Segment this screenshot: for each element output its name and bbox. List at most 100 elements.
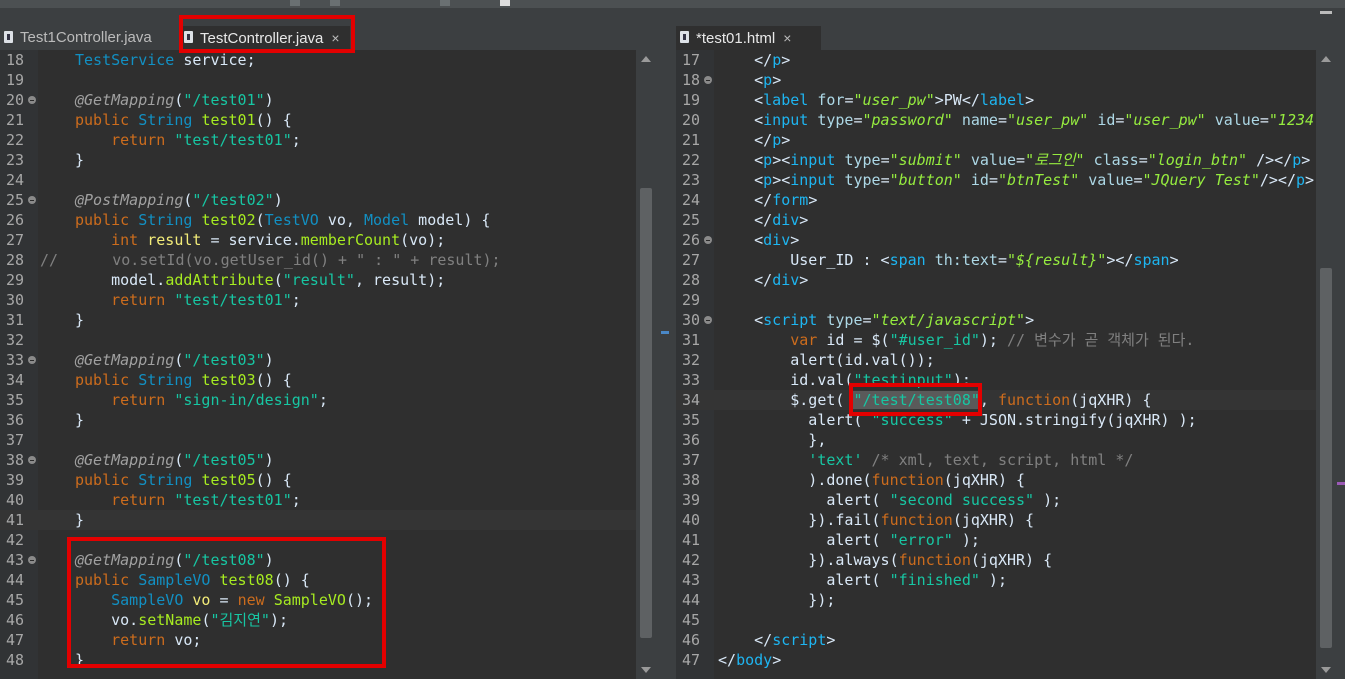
code-line[interactable]: 19: [0, 70, 656, 90]
editor-splitter[interactable]: [656, 8, 676, 679]
code-line[interactable]: 41 alert( "error" );: [676, 530, 1336, 550]
code-line[interactable]: 22 return "test/test01";: [0, 130, 656, 150]
code-line[interactable]: 28 </div>: [676, 270, 1336, 290]
code-line[interactable]: 25 @PostMapping("/test02"): [0, 190, 656, 210]
code-line[interactable]: 23}: [0, 150, 656, 170]
code-line[interactable]: 40 return "test/test01";: [0, 490, 656, 510]
code-line[interactable]: 39 alert( "second success" );: [676, 490, 1336, 510]
scrollbar-thumb[interactable]: [640, 188, 652, 638]
scroll-down-arrow-icon[interactable]: [641, 667, 651, 673]
code-token: ): [273, 191, 283, 209]
code-line[interactable]: 30 return "test/test01";: [0, 290, 656, 310]
code-line[interactable]: 18 TestService service;: [0, 50, 656, 70]
code-token: );: [979, 571, 1007, 589]
code-token: ): [264, 451, 274, 469]
code-token: >: [772, 71, 782, 89]
code-line[interactable]: 45: [676, 610, 1336, 630]
scroll-up-arrow-icon[interactable]: [1321, 56, 1331, 62]
code-token: return: [111, 391, 166, 409]
tab-test01-html[interactable]: *test01.html ×: [676, 26, 821, 50]
code-text: alert( "finished" );: [718, 570, 1007, 590]
code-line[interactable]: 43 alert( "finished" );: [676, 570, 1336, 590]
tab-test1controller[interactable]: Test1Controller.java: [0, 26, 180, 50]
code-line[interactable]: 46 </script>: [676, 630, 1336, 650]
code-line[interactable]: 26 <div>: [676, 230, 1336, 250]
code-text: </p>: [718, 50, 790, 70]
code-line[interactable]: 26 public String test02(TestVO vo, Model …: [0, 210, 656, 230]
code-token: p: [763, 171, 773, 189]
code-line[interactable]: 39 public String test05() {: [0, 470, 656, 490]
code-line[interactable]: 21 </p>: [676, 130, 1336, 150]
scrollbar-thumb[interactable]: [1320, 268, 1332, 648]
fold-toggle-icon[interactable]: [28, 96, 36, 104]
code-token: },: [718, 431, 827, 449]
code-text: }: [75, 410, 84, 430]
line-number: 45: [682, 611, 701, 629]
vertical-scrollbar[interactable]: [1316, 50, 1336, 679]
toolbar-icon[interactable]: [330, 0, 340, 6]
code-line[interactable]: 20 <input type="password" name="user_pw"…: [676, 110, 1336, 130]
code-line[interactable]: 33 @GetMapping("/test03"): [0, 350, 656, 370]
code-text: @PostMapping("/test02"): [75, 190, 283, 210]
fold-toggle-icon[interactable]: [28, 196, 36, 204]
close-tab-icon[interactable]: ×: [783, 26, 791, 50]
code-line[interactable]: 29: [676, 290, 1336, 310]
code-line[interactable]: 44 });: [676, 590, 1336, 610]
code-line[interactable]: 37: [0, 430, 656, 450]
fold-toggle-icon[interactable]: [28, 556, 36, 564]
code-line[interactable]: 22 <p><input type="submit" value="로그인" c…: [676, 150, 1336, 170]
code-token: =: [880, 151, 890, 169]
code-line[interactable]: 23 <p><input type="button" id="btnTest" …: [676, 170, 1336, 190]
code-line[interactable]: 18 <p>: [676, 70, 1336, 90]
code-line[interactable]: 20 @GetMapping("/test01"): [0, 90, 656, 110]
code-line[interactable]: 35 return "sign-in/design";: [0, 390, 656, 410]
code-line[interactable]: 25 </div>: [676, 210, 1336, 230]
fold-toggle-icon[interactable]: [28, 456, 36, 464]
toolbar-icon[interactable]: [440, 0, 450, 6]
code-line[interactable]: 40 }).fail(function(jqXHR) {: [676, 510, 1336, 530]
code-line[interactable]: 42 }).always(function(jqXHR) {: [676, 550, 1336, 570]
toolbar-icon[interactable]: [500, 0, 510, 6]
code-line[interactable]: 38 ).done(function(jqXHR) {: [676, 470, 1336, 490]
code-line[interactable]: 32 alert(id.val());: [676, 350, 1336, 370]
code-line[interactable]: 17 </p>: [676, 50, 1336, 70]
code-line[interactable]: 32: [0, 330, 656, 350]
code-line[interactable]: 34 public String test03() {: [0, 370, 656, 390]
code-line[interactable]: 36 },: [676, 430, 1336, 450]
code-line[interactable]: 24 </form>: [676, 190, 1336, 210]
code-line[interactable]: 28 // vo.setId(vo.getUser_id() + " : " + …: [0, 250, 656, 270]
code-line[interactable]: 19 <label for="user_pw">PW</label>: [676, 90, 1336, 110]
code-line[interactable]: 31}: [0, 310, 656, 330]
toolbar-icon[interactable]: [290, 0, 300, 6]
code-text: int result = service.memberCount(vo);: [75, 230, 445, 250]
code-line[interactable]: 27 User_ID : <span th:text="${result}"><…: [676, 250, 1336, 270]
code-line[interactable]: 21 public String test01() {: [0, 110, 656, 130]
code-token: script: [763, 311, 818, 329]
code-line[interactable]: 34 $.get( "/test/test08", function(jqXHR…: [676, 390, 1336, 410]
vertical-scrollbar[interactable]: [636, 50, 656, 679]
minimize-icon[interactable]: [1320, 11, 1332, 14]
code-line[interactable]: 24: [0, 170, 656, 190]
code-line[interactable]: 35 alert( "success" + JSON.stringify(jqX…: [676, 410, 1336, 430]
code-line[interactable]: 27 int result = service.memberCount(vo);: [0, 230, 656, 250]
code-line[interactable]: 30 <script type="text/javascript">: [676, 310, 1336, 330]
code-token: div: [763, 231, 791, 249]
code-line[interactable]: 36}: [0, 410, 656, 430]
fold-toggle-icon[interactable]: [28, 356, 36, 364]
scroll-up-arrow-icon[interactable]: [641, 56, 651, 62]
fold-toggle-icon[interactable]: [704, 316, 712, 324]
code-line[interactable]: 31 var id = $("#user_id"); // 변수가 곧 객체가 …: [676, 330, 1336, 350]
code-line[interactable]: 47 </body>: [676, 650, 1336, 670]
code-token: }: [75, 151, 85, 169]
fold-toggle-icon[interactable]: [704, 236, 712, 244]
code-area[interactable]: 17 </p> 18 <p> 19 <label for="user_pw">PW<…: [676, 50, 1336, 679]
code-line[interactable]: 38 @GetMapping("/test05"): [0, 450, 656, 470]
code-token: (jqXHR) {: [970, 551, 1053, 569]
code-token: form: [772, 191, 809, 209]
code-line[interactable]: 29 model.addAttribute("result", result);: [0, 270, 656, 290]
scroll-down-arrow-icon[interactable]: [1321, 667, 1331, 673]
fold-toggle-icon[interactable]: [704, 76, 712, 84]
code-line[interactable]: 37 'text' /* xml, text, script, html */: [676, 450, 1336, 470]
code-line[interactable]: 33 id.val("testinput");: [676, 370, 1336, 390]
code-line[interactable]: 41}: [0, 510, 656, 530]
